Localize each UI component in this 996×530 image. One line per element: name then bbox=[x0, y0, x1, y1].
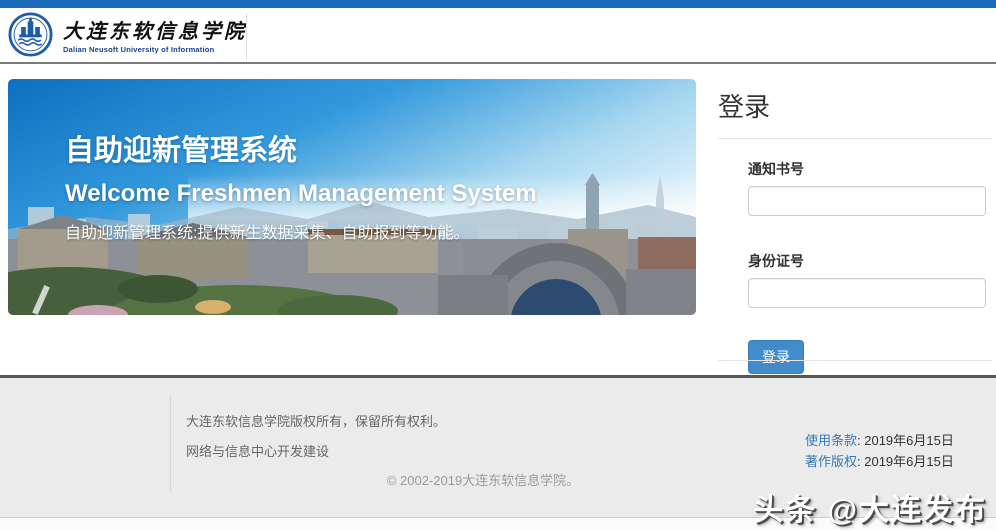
university-name-cn: 大连东软信息学院 bbox=[63, 15, 247, 44]
login-heading: 登录 bbox=[718, 87, 992, 124]
login-heading-divider bbox=[718, 138, 992, 139]
id-number-group: 身份证号 bbox=[748, 251, 992, 308]
university-name-en: Dalian Neusoft University of Information bbox=[63, 45, 247, 54]
terms-row: 使用条款: 2019年6月15日 bbox=[805, 430, 954, 451]
id-number-label: 身份证号 bbox=[748, 251, 992, 271]
hero-text: 自助迎新管理系统 Welcome Freshmen Management Sys… bbox=[65, 127, 537, 243]
hero-subtitle: Welcome Freshmen Management System bbox=[65, 180, 537, 208]
login-bottom-divider bbox=[718, 360, 992, 361]
header-rule bbox=[0, 62, 996, 64]
login-panel: 登录 通知书号 身份证号 登录 bbox=[718, 79, 992, 374]
site-header: 大连东软信息学院 Dalian Neusoft University of In… bbox=[0, 8, 996, 62]
login-button[interactable]: 登录 bbox=[748, 340, 804, 374]
footer-legal-links: 使用条款: 2019年6月15日 著作版权: 2019年6月15日 bbox=[805, 430, 954, 472]
notice-number-input[interactable] bbox=[748, 186, 986, 216]
footer-copyright-line: 大连东软信息学院版权所有，保留所有权利。 bbox=[186, 411, 446, 430]
id-number-input[interactable] bbox=[748, 278, 986, 308]
university-emblem-icon bbox=[8, 12, 53, 57]
top-accent-bar bbox=[0, 0, 996, 8]
toutiao-watermark: 头条 @大连发布 bbox=[753, 485, 987, 529]
hero-description: 自助迎新管理系统:提供新生数据采集、自助报到等功能。 bbox=[65, 219, 537, 243]
copyright-date: : 2019年6月15日 bbox=[857, 454, 954, 469]
login-form: 通知书号 身份证号 登录 bbox=[718, 159, 992, 374]
header-divider bbox=[246, 14, 247, 60]
copyright-row: 著作版权: 2019年6月15日 bbox=[805, 451, 954, 472]
university-logo[interactable]: 大连东软信息学院 Dalian Neusoft University of In… bbox=[8, 12, 247, 57]
terms-link[interactable]: 使用条款 bbox=[805, 433, 857, 448]
notice-number-label: 通知书号 bbox=[748, 159, 992, 179]
logo-text: 大连东软信息学院 Dalian Neusoft University of In… bbox=[63, 15, 247, 54]
footer-developer-line: 网络与信息中心开发建设 bbox=[186, 441, 329, 460]
hero-title: 自助迎新管理系统 bbox=[65, 127, 537, 169]
hero-banner: 自助迎新管理系统 Welcome Freshmen Management Sys… bbox=[8, 79, 696, 315]
notice-number-group: 通知书号 bbox=[748, 159, 992, 216]
terms-date: : 2019年6月15日 bbox=[857, 433, 954, 448]
copyright-link[interactable]: 著作版权 bbox=[805, 454, 857, 469]
